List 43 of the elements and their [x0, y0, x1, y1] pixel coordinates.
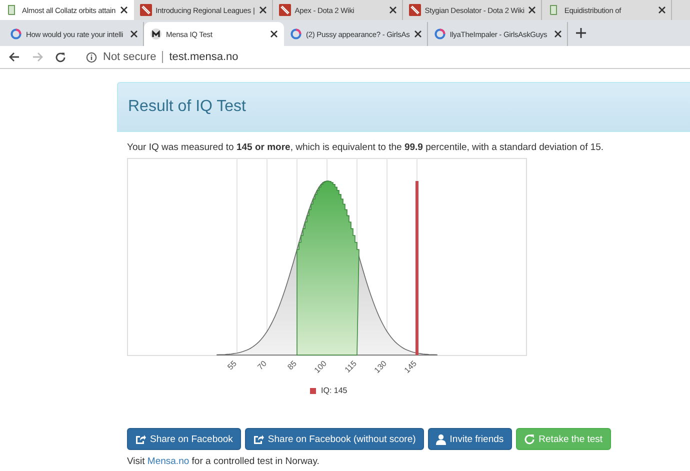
- user-icon: [436, 434, 446, 444]
- mensa-link[interactable]: Mensa.no: [147, 456, 190, 467]
- axis-tick-label: 70: [256, 359, 268, 372]
- emblem-icon: [150, 28, 162, 40]
- refresh-icon: [524, 434, 535, 444]
- close-icon[interactable]: [528, 6, 536, 14]
- share-icon: [135, 434, 146, 444]
- close-icon[interactable]: [388, 6, 397, 14]
- game-logo-icon: [278, 4, 291, 16]
- game-logo-icon: [408, 4, 421, 16]
- close-icon[interactable]: [258, 6, 267, 14]
- share-button[interactable]: Share on Facebook (without score): [244, 428, 424, 450]
- close-icon[interactable]: [130, 30, 138, 38]
- ring-icon: [10, 28, 22, 40]
- game-logo-icon: [140, 4, 152, 16]
- axis-tick-label: 100: [312, 359, 328, 375]
- axis-tick-label: 115: [343, 359, 358, 374]
- ring-icon: [434, 28, 446, 40]
- axis-tick-label: 130: [372, 359, 388, 375]
- invite-button[interactable]: Invite friends: [428, 428, 512, 450]
- axis-tick-label: 55: [226, 359, 238, 372]
- axis-tick-label: 145: [402, 359, 418, 375]
- result-summary: Your IQ was measured to 145 or more, which is equivalent to the 99.9 percentile, with a standard deviation of 15.: [127, 142, 605, 153]
- ring-icon: [290, 28, 302, 40]
- footer-note: Visit Mensa.no for a controlled test in Norway.: [127, 456, 320, 467]
- panel-title: Result of IQ Test: [128, 98, 246, 116]
- share-icon: [252, 434, 264, 444]
- legend-label: IQ: 145: [321, 386, 348, 395]
- close-icon[interactable]: [414, 30, 422, 38]
- security-label: Not secure: [103, 51, 156, 63]
- back-icon[interactable]: [9, 52, 20, 62]
- close-icon[interactable]: [658, 6, 666, 14]
- reload-icon[interactable]: [55, 52, 66, 62]
- url-field[interactable]: test.mensa.no: [169, 51, 238, 63]
- book-icon: [6, 4, 18, 16]
- share-button[interactable]: Share on Facebook: [127, 428, 241, 450]
- close-icon[interactable]: [270, 30, 278, 38]
- axis-tick-label: 85: [286, 359, 298, 372]
- close-icon[interactable]: [554, 30, 562, 38]
- new-tab-icon[interactable]: [576, 28, 586, 38]
- close-icon[interactable]: [120, 6, 128, 14]
- info-icon[interactable]: [86, 52, 97, 62]
- legend-swatch-icon: [310, 388, 316, 394]
